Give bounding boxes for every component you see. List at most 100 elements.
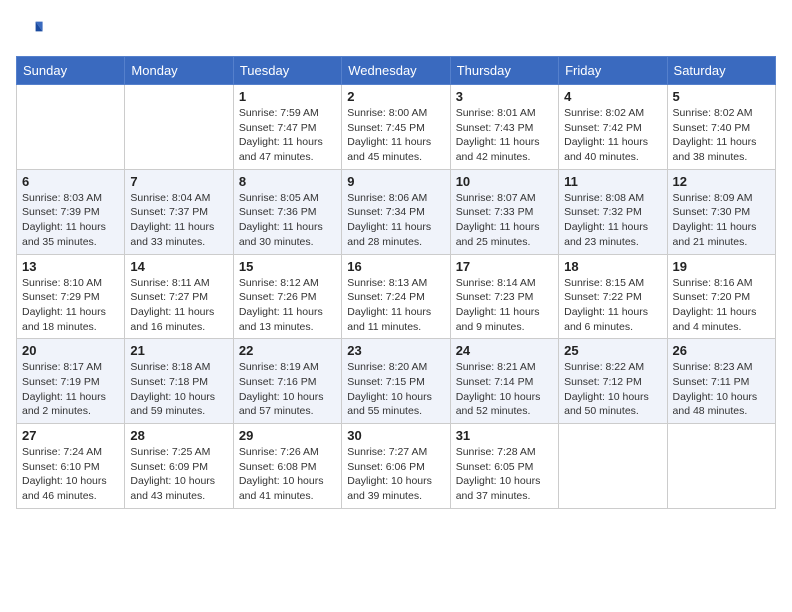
day-info: Sunrise: 8:03 AM Sunset: 7:39 PM Dayligh… — [22, 191, 119, 250]
calendar-week-row: 6 Sunrise: 8:03 AM Sunset: 7:39 PM Daylig… — [17, 169, 776, 254]
day-info: Sunrise: 8:01 AM Sunset: 7:43 PM Dayligh… — [456, 106, 553, 165]
day-info: Sunrise: 7:24 AM Sunset: 6:10 PM Dayligh… — [22, 445, 119, 504]
weekday-header: Saturday — [667, 57, 775, 85]
day-number: 7 — [130, 174, 227, 189]
calendar-cell: 15 Sunrise: 8:12 AM Sunset: 7:26 PM Dayli… — [233, 254, 341, 339]
calendar-cell: 27 Sunrise: 7:24 AM Sunset: 6:10 PM Dayli… — [17, 424, 125, 509]
day-number: 9 — [347, 174, 444, 189]
calendar-cell: 18 Sunrise: 8:15 AM Sunset: 7:22 PM Dayli… — [559, 254, 667, 339]
day-number: 20 — [22, 343, 119, 358]
weekday-header: Monday — [125, 57, 233, 85]
calendar-cell: 1 Sunrise: 7:59 AM Sunset: 7:47 PM Daylig… — [233, 85, 341, 170]
calendar-cell: 17 Sunrise: 8:14 AM Sunset: 7:23 PM Dayli… — [450, 254, 558, 339]
calendar-cell — [125, 85, 233, 170]
day-info: Sunrise: 8:09 AM Sunset: 7:30 PM Dayligh… — [673, 191, 770, 250]
calendar-cell: 12 Sunrise: 8:09 AM Sunset: 7:30 PM Dayli… — [667, 169, 775, 254]
calendar-cell: 25 Sunrise: 8:22 AM Sunset: 7:12 PM Dayli… — [559, 339, 667, 424]
day-info: Sunrise: 7:59 AM Sunset: 7:47 PM Dayligh… — [239, 106, 336, 165]
weekday-header: Tuesday — [233, 57, 341, 85]
day-number: 15 — [239, 259, 336, 274]
calendar-cell — [667, 424, 775, 509]
day-number: 2 — [347, 89, 444, 104]
calendar-week-row: 27 Sunrise: 7:24 AM Sunset: 6:10 PM Dayli… — [17, 424, 776, 509]
calendar-cell: 31 Sunrise: 7:28 AM Sunset: 6:05 PM Dayli… — [450, 424, 558, 509]
day-number: 29 — [239, 428, 336, 443]
day-number: 21 — [130, 343, 227, 358]
calendar-cell: 11 Sunrise: 8:08 AM Sunset: 7:32 PM Dayli… — [559, 169, 667, 254]
day-info: Sunrise: 8:06 AM Sunset: 7:34 PM Dayligh… — [347, 191, 444, 250]
calendar-cell: 21 Sunrise: 8:18 AM Sunset: 7:18 PM Dayli… — [125, 339, 233, 424]
day-info: Sunrise: 7:28 AM Sunset: 6:05 PM Dayligh… — [456, 445, 553, 504]
day-number: 26 — [673, 343, 770, 358]
day-info: Sunrise: 8:12 AM Sunset: 7:26 PM Dayligh… — [239, 276, 336, 335]
day-number: 16 — [347, 259, 444, 274]
calendar-cell — [559, 424, 667, 509]
calendar-cell: 7 Sunrise: 8:04 AM Sunset: 7:37 PM Daylig… — [125, 169, 233, 254]
day-info: Sunrise: 8:00 AM Sunset: 7:45 PM Dayligh… — [347, 106, 444, 165]
calendar-cell: 29Sunrise: 7:26 AM Sunset: 6:08 PM Dayli… — [233, 424, 341, 509]
day-info: Sunrise: 8:14 AM Sunset: 7:23 PM Dayligh… — [456, 276, 553, 335]
calendar-cell: 8Sunrise: 8:05 AM Sunset: 7:36 PM Daylig… — [233, 169, 341, 254]
calendar-cell: 23 Sunrise: 8:20 AM Sunset: 7:15 PM Dayli… — [342, 339, 450, 424]
day-info: Sunrise: 7:27 AM Sunset: 6:06 PM Dayligh… — [347, 445, 444, 504]
day-info: Sunrise: 8:13 AM Sunset: 7:24 PM Dayligh… — [347, 276, 444, 335]
day-number: 8 — [239, 174, 336, 189]
calendar-week-row: 1 Sunrise: 7:59 AM Sunset: 7:47 PM Daylig… — [17, 85, 776, 170]
calendar-cell: 4 Sunrise: 8:02 AM Sunset: 7:42 PM Daylig… — [559, 85, 667, 170]
day-number: 27 — [22, 428, 119, 443]
day-number: 30 — [347, 428, 444, 443]
calendar-cell: 3Sunrise: 8:01 AM Sunset: 7:43 PM Daylig… — [450, 85, 558, 170]
logo — [16, 16, 48, 44]
day-info: Sunrise: 8:07 AM Sunset: 7:33 PM Dayligh… — [456, 191, 553, 250]
day-info: Sunrise: 8:17 AM Sunset: 7:19 PM Dayligh… — [22, 360, 119, 419]
weekday-header: Thursday — [450, 57, 558, 85]
day-info: Sunrise: 8:04 AM Sunset: 7:37 PM Dayligh… — [130, 191, 227, 250]
calendar-cell: 2 Sunrise: 8:00 AM Sunset: 7:45 PM Daylig… — [342, 85, 450, 170]
calendar-cell: 28Sunrise: 7:25 AM Sunset: 6:09 PM Dayli… — [125, 424, 233, 509]
weekday-header: Friday — [559, 57, 667, 85]
calendar-table: SundayMondayTuesdayWednesdayThursdayFrid… — [16, 56, 776, 509]
day-info: Sunrise: 8:23 AM Sunset: 7:11 PM Dayligh… — [673, 360, 770, 419]
weekday-header: Sunday — [17, 57, 125, 85]
calendar-week-row: 20 Sunrise: 8:17 AM Sunset: 7:19 PM Dayli… — [17, 339, 776, 424]
day-number: 14 — [130, 259, 227, 274]
day-number: 1 — [239, 89, 336, 104]
calendar-cell: 6 Sunrise: 8:03 AM Sunset: 7:39 PM Daylig… — [17, 169, 125, 254]
calendar-cell — [17, 85, 125, 170]
page-header — [16, 16, 776, 44]
calendar-cell: 13 Sunrise: 8:10 AM Sunset: 7:29 PM Dayli… — [17, 254, 125, 339]
day-number: 19 — [673, 259, 770, 274]
day-number: 11 — [564, 174, 661, 189]
calendar-cell: 20 Sunrise: 8:17 AM Sunset: 7:19 PM Dayli… — [17, 339, 125, 424]
calendar-week-row: 13 Sunrise: 8:10 AM Sunset: 7:29 PM Dayli… — [17, 254, 776, 339]
day-number: 22 — [239, 343, 336, 358]
calendar-cell: 9 Sunrise: 8:06 AM Sunset: 7:34 PM Daylig… — [342, 169, 450, 254]
day-info: Sunrise: 8:20 AM Sunset: 7:15 PM Dayligh… — [347, 360, 444, 419]
day-number: 17 — [456, 259, 553, 274]
day-info: Sunrise: 8:16 AM Sunset: 7:20 PM Dayligh… — [673, 276, 770, 335]
day-number: 23 — [347, 343, 444, 358]
day-info: Sunrise: 8:19 AM Sunset: 7:16 PM Dayligh… — [239, 360, 336, 419]
day-info: Sunrise: 8:15 AM Sunset: 7:22 PM Dayligh… — [564, 276, 661, 335]
calendar-cell: 19 Sunrise: 8:16 AM Sunset: 7:20 PM Dayli… — [667, 254, 775, 339]
day-info: Sunrise: 8:08 AM Sunset: 7:32 PM Dayligh… — [564, 191, 661, 250]
day-info: Sunrise: 8:22 AM Sunset: 7:12 PM Dayligh… — [564, 360, 661, 419]
day-number: 4 — [564, 89, 661, 104]
day-number: 18 — [564, 259, 661, 274]
calendar-cell: 26 Sunrise: 8:23 AM Sunset: 7:11 PM Dayli… — [667, 339, 775, 424]
day-number: 31 — [456, 428, 553, 443]
calendar-cell: 24Sunrise: 8:21 AM Sunset: 7:14 PM Dayli… — [450, 339, 558, 424]
day-number: 12 — [673, 174, 770, 189]
day-number: 13 — [22, 259, 119, 274]
day-number: 6 — [22, 174, 119, 189]
day-number: 5 — [673, 89, 770, 104]
calendar-cell: 14Sunrise: 8:11 AM Sunset: 7:27 PM Dayli… — [125, 254, 233, 339]
day-info: Sunrise: 8:02 AM Sunset: 7:40 PM Dayligh… — [673, 106, 770, 165]
day-info: Sunrise: 8:10 AM Sunset: 7:29 PM Dayligh… — [22, 276, 119, 335]
day-info: Sunrise: 8:18 AM Sunset: 7:18 PM Dayligh… — [130, 360, 227, 419]
calendar-cell: 5 Sunrise: 8:02 AM Sunset: 7:40 PM Daylig… — [667, 85, 775, 170]
day-number: 25 — [564, 343, 661, 358]
day-info: Sunrise: 8:02 AM Sunset: 7:42 PM Dayligh… — [564, 106, 661, 165]
calendar-cell: 16 Sunrise: 8:13 AM Sunset: 7:24 PM Dayli… — [342, 254, 450, 339]
day-number: 24 — [456, 343, 553, 358]
